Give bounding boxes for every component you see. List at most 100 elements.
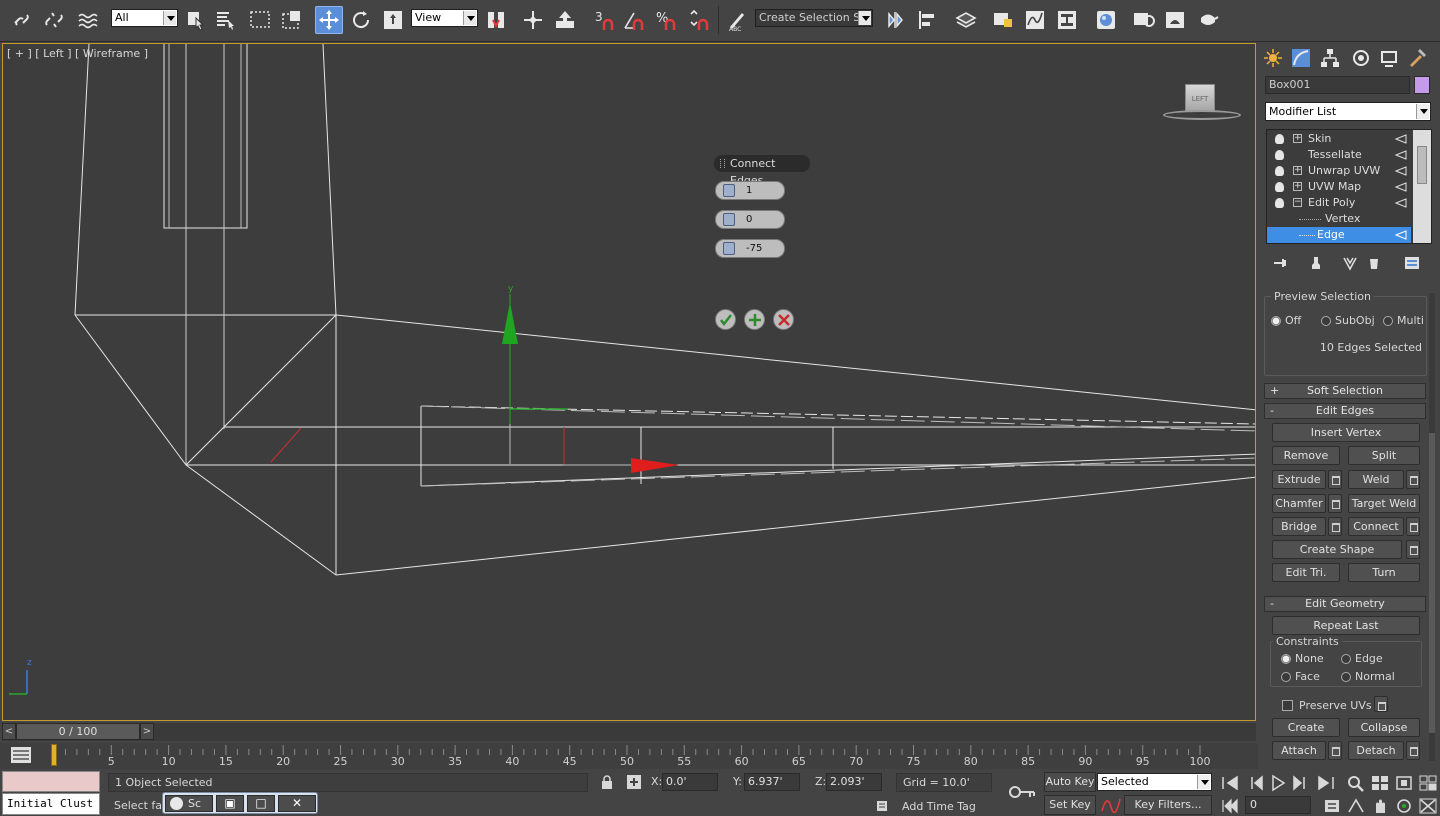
snaps-toggle-icon[interactable]: 3 bbox=[590, 6, 618, 34]
key-mode-dropdown[interactable]: Selected bbox=[1097, 773, 1212, 791]
field-of-view-icon[interactable] bbox=[1346, 797, 1366, 815]
z-coordinate-field[interactable]: 2.093' bbox=[826, 773, 882, 791]
select-and-move-icon[interactable] bbox=[315, 6, 343, 34]
remove-button[interactable]: Remove bbox=[1272, 446, 1340, 465]
preview-off-radio[interactable]: Off bbox=[1271, 314, 1301, 327]
zoom-extents-all-icon[interactable] bbox=[1418, 774, 1438, 792]
lightbulb-icon[interactable] bbox=[1275, 150, 1284, 160]
maximize-viewport-icon[interactable] bbox=[1418, 797, 1438, 815]
maxscript-listener[interactable]: Initial Clust bbox=[2, 793, 100, 815]
collapse-button[interactable]: Collapse bbox=[1348, 718, 1420, 737]
select-and-scale-icon[interactable] bbox=[379, 6, 407, 34]
rectangular-selection-icon[interactable] bbox=[246, 6, 274, 34]
named-selection-sets-dropdown[interactable]: Create Selection Se bbox=[755, 9, 873, 27]
caddy-title[interactable]: Connect Edges bbox=[714, 155, 810, 187]
angle-snap-icon[interactable] bbox=[620, 6, 648, 34]
weld-settings-button[interactable] bbox=[1406, 470, 1420, 489]
object-color-swatch[interactable] bbox=[1414, 76, 1430, 94]
previous-key-icon[interactable] bbox=[1246, 774, 1266, 792]
expand-icon[interactable]: + bbox=[1293, 166, 1302, 175]
split-button[interactable]: Split bbox=[1348, 446, 1420, 465]
mirror-icon[interactable] bbox=[882, 6, 910, 34]
time-tag-icon[interactable] bbox=[876, 800, 888, 812]
constraint-normal-radio[interactable]: Normal bbox=[1341, 670, 1395, 683]
collapse-icon[interactable]: − bbox=[1293, 198, 1302, 207]
zoom-icon[interactable] bbox=[1346, 774, 1366, 792]
stack-item-edit-poly[interactable]: − Edit Poly bbox=[1267, 195, 1411, 211]
object-name-field[interactable]: Box001 bbox=[1265, 76, 1410, 94]
repeat-last-button[interactable]: Repeat Last bbox=[1272, 616, 1420, 635]
taskbar-thumbnail[interactable]: Sc ▣ □ ✕ bbox=[162, 792, 318, 814]
target-weld-button[interactable]: Target Weld bbox=[1348, 494, 1420, 513]
configure-modifier-sets-icon[interactable] bbox=[1404, 255, 1420, 271]
create-tab-icon[interactable] bbox=[1260, 46, 1286, 70]
stack-scrollbar[interactable] bbox=[1413, 130, 1431, 243]
constraint-face-radio[interactable]: Face bbox=[1281, 670, 1320, 683]
key-icon[interactable] bbox=[1008, 784, 1036, 800]
zoom-all-icon[interactable] bbox=[1370, 774, 1390, 792]
remove-modifier-icon[interactable] bbox=[1366, 255, 1382, 271]
time-slider-thumb[interactable]: 0 / 100 bbox=[16, 723, 140, 740]
absolute-mode-icon[interactable] bbox=[626, 774, 642, 790]
cancel-button[interactable] bbox=[773, 309, 794, 330]
make-unique-icon[interactable] bbox=[1342, 255, 1358, 271]
next-key-icon[interactable] bbox=[1290, 774, 1310, 792]
bind-space-warp-icon[interactable] bbox=[74, 6, 102, 34]
preview-subobj-radio[interactable]: SubObj bbox=[1321, 314, 1375, 327]
attach-settings-button[interactable] bbox=[1328, 741, 1342, 760]
render-production-icon[interactable] bbox=[1194, 6, 1222, 34]
apply-continue-button[interactable] bbox=[744, 309, 765, 330]
pivot-center-icon[interactable] bbox=[482, 6, 510, 34]
curve-editor-icon[interactable] bbox=[1021, 6, 1049, 34]
left-viewport[interactable]: [ + ] [ Left ] [ Wireframe ] y z LEFT Co… bbox=[2, 43, 1256, 721]
select-and-rotate-icon[interactable] bbox=[347, 6, 375, 34]
mini-curve-editor-icon[interactable] bbox=[10, 746, 32, 764]
stack-item-vertex[interactable]: Vertex bbox=[1267, 211, 1411, 227]
set-key-button[interactable]: Set Key bbox=[1044, 795, 1096, 815]
x-coordinate-field[interactable]: 0.0' bbox=[662, 773, 718, 791]
create-button[interactable]: Create bbox=[1272, 718, 1340, 737]
manage-layers-icon[interactable] bbox=[952, 6, 980, 34]
scene-explorer-icon[interactable] bbox=[989, 6, 1017, 34]
viewport-label[interactable]: [ + ] [ Left ] [ Wireframe ] bbox=[7, 47, 148, 60]
extrude-settings-button[interactable] bbox=[1328, 470, 1342, 489]
orbit-icon[interactable] bbox=[1394, 797, 1414, 815]
bridge-button[interactable]: Bridge bbox=[1272, 517, 1326, 536]
command-panel-scrollbar[interactable] bbox=[1429, 293, 1435, 761]
display-tab-icon[interactable] bbox=[1376, 46, 1402, 70]
edit-edges-rollout[interactable]: - Edit Edges bbox=[1264, 403, 1426, 419]
lightbulb-icon[interactable] bbox=[1275, 182, 1284, 192]
reference-coordinate-dropdown[interactable]: View bbox=[411, 9, 478, 27]
rendered-frame-window-icon[interactable] bbox=[1161, 6, 1189, 34]
ok-button[interactable] bbox=[715, 309, 736, 330]
connect-settings-button[interactable] bbox=[1406, 517, 1420, 536]
percent-snap-icon[interactable]: % bbox=[652, 6, 680, 34]
stack-item-edge[interactable]: Edge bbox=[1267, 227, 1411, 243]
select-object-icon[interactable] bbox=[182, 6, 210, 34]
lightbulb-icon[interactable] bbox=[1275, 134, 1284, 144]
play-icon[interactable] bbox=[1268, 774, 1288, 792]
time-slider[interactable]: < 0 / 100 > bbox=[2, 723, 1256, 741]
hierarchy-tab-icon[interactable] bbox=[1317, 46, 1343, 70]
schematic-view-icon[interactable] bbox=[1053, 6, 1081, 34]
scrollbar-thumb[interactable] bbox=[1429, 433, 1435, 733]
expand-icon[interactable]: + bbox=[1293, 134, 1302, 143]
expand-icon[interactable]: + bbox=[1293, 182, 1302, 191]
modify-tab-icon[interactable] bbox=[1288, 46, 1314, 70]
chamfer-settings-button[interactable] bbox=[1328, 494, 1342, 513]
connect-button[interactable]: Connect bbox=[1348, 517, 1404, 536]
pinch-field[interactable]: 0 bbox=[715, 210, 785, 229]
key-filters-button[interactable]: Key Filters... bbox=[1124, 795, 1212, 815]
key-mode-toggle-icon[interactable] bbox=[1220, 797, 1240, 815]
bridge-settings-button[interactable] bbox=[1328, 517, 1342, 536]
utilities-tab-icon[interactable] bbox=[1404, 46, 1430, 70]
stack-item-skin[interactable]: + Skin bbox=[1267, 131, 1411, 147]
scrollbar-thumb[interactable] bbox=[1417, 146, 1427, 184]
viewcube-face[interactable]: LEFT bbox=[1185, 84, 1215, 112]
preview-multi-radio[interactable]: Multi bbox=[1383, 314, 1424, 327]
track-bar[interactable]: 5 10 15 20 25 30 35 40 45 50 55 60 65 70 75 80 85 90 95 100 bbox=[0, 743, 1258, 769]
maximize-button[interactable]: □ bbox=[247, 795, 275, 812]
pan-icon[interactable] bbox=[1370, 797, 1390, 815]
unlink-icon[interactable] bbox=[40, 6, 68, 34]
constraint-edge-radio[interactable]: Edge bbox=[1341, 652, 1383, 665]
